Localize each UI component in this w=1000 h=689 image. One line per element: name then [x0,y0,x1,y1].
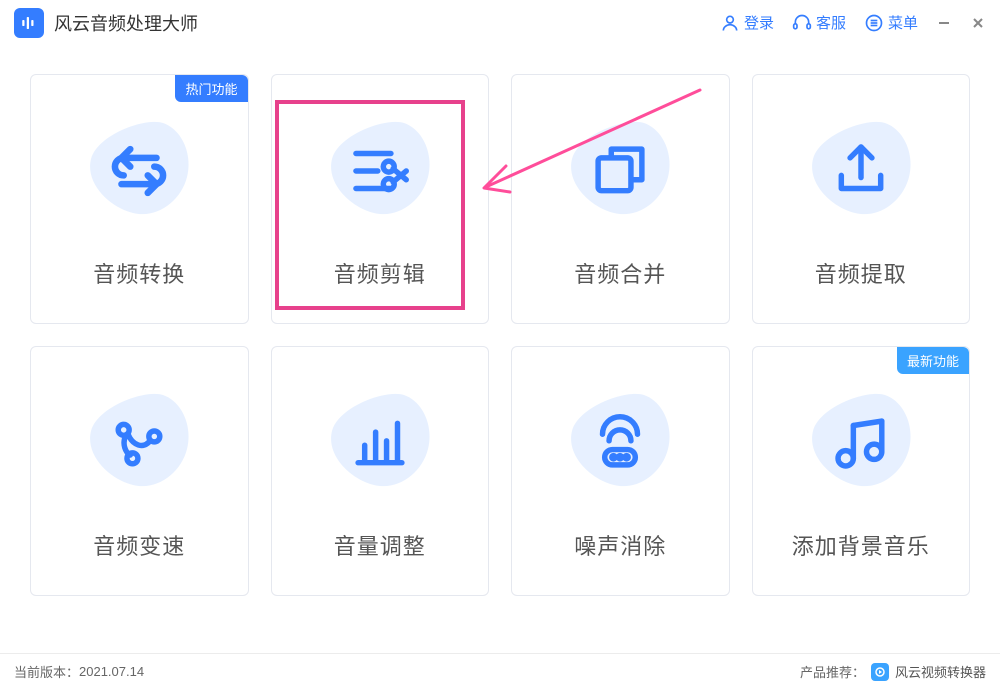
card-audio-edit[interactable]: 音频剪辑 [271,74,490,324]
card-label: 音量调整 [334,529,426,561]
card-label: 添加背景音乐 [792,529,930,561]
close-button[interactable] [970,15,986,31]
card-audio-extract[interactable]: 音频提取 [752,74,971,324]
volume-icon [345,408,415,478]
promo-product-icon [871,663,889,681]
version-value: 2021.07.14 [79,664,144,679]
menu-label: 菜单 [888,12,918,33]
menu-button[interactable]: 菜单 [864,12,918,33]
card-label: 音频变速 [93,529,185,561]
card-audio-speed[interactable]: 音频变速 [30,346,249,596]
convert-icon [104,136,174,206]
footer: 当前版本： 2021.07.14 产品推荐： 风云视频转换器 [0,653,1000,689]
card-label: 噪声消除 [574,529,666,561]
music-note-icon [826,408,896,478]
service-button[interactable]: 客服 [792,12,846,33]
card-label: 音频提取 [815,257,907,289]
denoise-icon [585,408,655,478]
main-content: 热门功能 音频转换 音频剪辑 音频合并 [0,46,1000,596]
extract-icon [826,136,896,206]
merge-icon [585,136,655,206]
card-audio-convert[interactable]: 热门功能 音频转换 [30,74,249,324]
login-label: 登录 [744,12,774,33]
card-noise-remove[interactable]: 噪声消除 [511,346,730,596]
card-audio-merge[interactable]: 音频合并 [511,74,730,324]
feature-grid: 热门功能 音频转换 音频剪辑 音频合并 [30,74,970,596]
card-label: 音频转换 [93,257,185,289]
badge-hot: 热门功能 [175,75,247,102]
card-add-bgm[interactable]: 最新功能 添加背景音乐 [752,346,971,596]
service-label: 客服 [816,12,846,33]
minimize-button[interactable] [936,15,952,31]
card-label: 音频合并 [574,257,666,289]
edit-scissors-icon [345,136,415,206]
titlebar: 风云音频处理大师 登录 客服 菜单 [0,0,1000,46]
app-logo-icon [14,8,44,38]
promo-product[interactable]: 风云视频转换器 [895,662,986,681]
badge-new: 最新功能 [897,347,969,374]
card-volume-adjust[interactable]: 音量调整 [271,346,490,596]
login-button[interactable]: 登录 [720,12,774,33]
version-label: 当前版本： [14,662,79,681]
speed-icon [104,408,174,478]
app-title: 风云音频处理大师 [54,10,198,36]
promo-label: 产品推荐： [800,662,865,681]
card-label: 音频剪辑 [334,257,426,289]
